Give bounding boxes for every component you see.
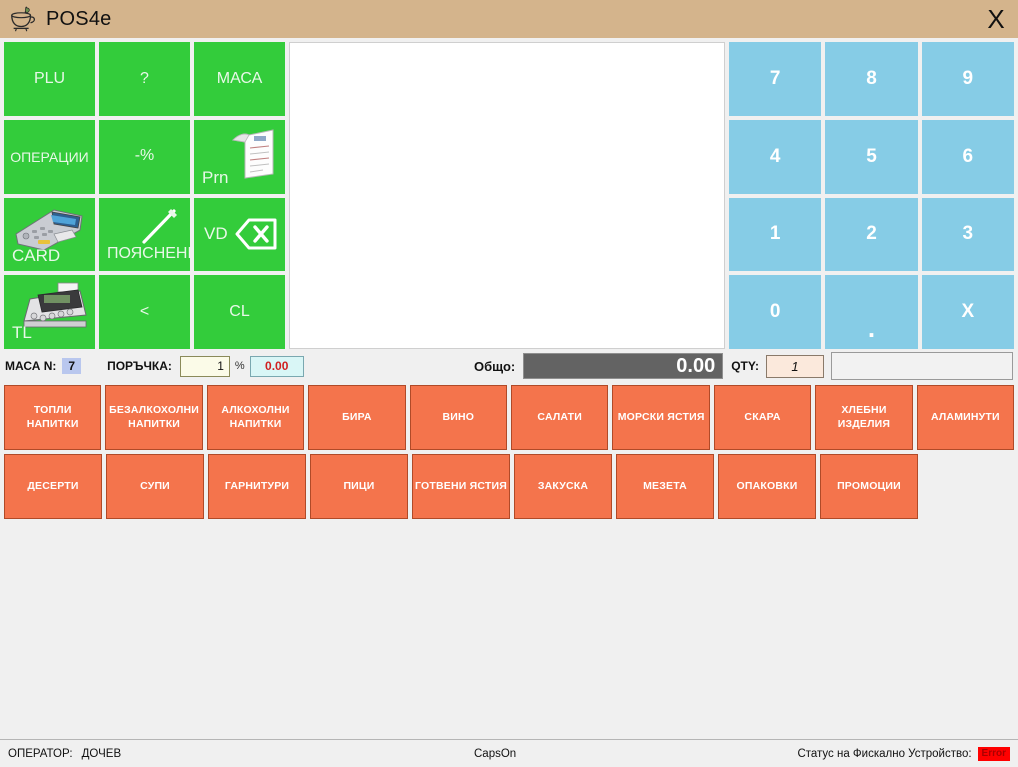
key-6[interactable]: 6 xyxy=(921,119,1014,194)
key-5[interactable]: 5 xyxy=(825,119,918,194)
pos-application-window: POS4e X PLU ? МАСА ОПЕРАЦИИ -% Prn CARD … xyxy=(0,0,1018,767)
order-number-input[interactable]: 1 xyxy=(179,355,230,377)
category-button-wine[interactable]: ВИНО xyxy=(409,385,508,450)
info-bar: МАСА N: 7 ПОРЪЧКА: 1 % 0.00 Общо: 0.00 Q… xyxy=(0,349,1018,383)
title-bar: POS4e X xyxy=(0,0,1018,38)
key-3[interactable]: 3 xyxy=(921,197,1014,272)
operator-info: ОПЕРАТОР: ДОЧЕВ xyxy=(8,748,121,760)
fiscal-device-status: Статус на Фискално Устройство: Error xyxy=(797,746,1010,761)
function-button-label: МАСА xyxy=(216,69,263,87)
function-button-clear[interactable]: CL xyxy=(194,275,285,349)
total-label: Общо: xyxy=(474,358,516,374)
function-button-label: CL xyxy=(229,302,250,320)
free-text-input[interactable] xyxy=(831,352,1013,380)
function-button-plu[interactable]: PLU xyxy=(4,42,95,116)
category-button-salads[interactable]: САЛАТИ xyxy=(511,385,609,450)
status-badge: Error xyxy=(977,746,1010,761)
function-button-total[interactable]: TL xyxy=(4,275,95,349)
category-button-promotions[interactable]: ПРОМОЦИИ xyxy=(820,454,918,519)
percent-label: % xyxy=(234,360,245,372)
category-button-soft-drinks[interactable]: БЕЗАЛКОХОЛНИ НАПИТКИ xyxy=(105,385,203,450)
function-button-label: PLU xyxy=(33,69,66,87)
function-button-label: < xyxy=(139,302,150,320)
total-amount-display: 0.00 xyxy=(523,353,724,379)
key-7[interactable]: 7 xyxy=(729,42,822,116)
category-button-alcoholic-drinks[interactable]: АЛКОХОЛНИ НАПИТКИ xyxy=(206,385,305,450)
fiscal-status-label: Статус на Фискално Устройство: xyxy=(797,747,972,760)
function-button-label: Prn xyxy=(202,167,229,187)
discount-value[interactable]: 0.00 xyxy=(249,355,304,377)
function-button-void[interactable]: VD xyxy=(194,197,285,272)
category-button-packaging[interactable]: ОПАКОВКИ xyxy=(718,454,816,519)
category-button-cooked-dishes[interactable]: ГОТВЕНИ ЯСТИЯ xyxy=(412,454,510,519)
category-button-seafood[interactable]: МОРСКИ ЯСТИЯ xyxy=(612,385,710,450)
function-button-masa[interactable]: МАСА xyxy=(194,42,285,116)
table-number-label: МАСА N: xyxy=(5,359,57,373)
category-button-bakery[interactable]: ХЛЕБНИ ИЗДЕЛИЯ xyxy=(815,385,913,450)
quantity-label: QTY: xyxy=(731,359,759,373)
function-button-label: ОПЕРАЦИИ xyxy=(10,148,89,165)
function-button-label: ПОЯСНЕНИЕ xyxy=(107,244,190,262)
caps-lock-status: CapsOn xyxy=(474,747,517,760)
order-label: ПОРЪЧКА: xyxy=(107,359,172,373)
upper-panel: PLU ? МАСА ОПЕРАЦИИ -% Prn CARD ПОЯСНЕН … xyxy=(0,38,1018,349)
category-button-desserts[interactable]: ДЕСЕРТИ xyxy=(4,454,102,519)
order-items-display[interactable] xyxy=(289,42,725,349)
function-button-help[interactable]: ? xyxy=(99,42,190,116)
numeric-keypad: 7 8 9 4 5 6 1 2 3 0 . X xyxy=(729,42,1014,349)
category-button-breakfast[interactable]: ЗАКУСКА xyxy=(514,454,612,519)
key-1[interactable]: 1 xyxy=(729,197,822,272)
category-button-hot-drinks[interactable]: ТОПЛИ НАПИТКИ xyxy=(4,385,102,450)
close-icon[interactable]: X xyxy=(980,2,1012,36)
function-button-label: VD xyxy=(204,224,228,244)
function-button-print[interactable]: Prn xyxy=(194,119,285,194)
table-number-value[interactable]: 7 xyxy=(62,358,82,374)
key-4[interactable]: 4 xyxy=(729,119,822,194)
function-button-explanation[interactable]: ПОЯСНЕНИЕ xyxy=(99,197,190,272)
function-button-discount[interactable]: -% xyxy=(99,119,190,194)
category-button-garnishes[interactable]: ГАРНИТУРИ xyxy=(208,454,306,519)
category-button-grill[interactable]: СКАРА xyxy=(713,385,812,450)
category-row-spacer xyxy=(922,454,1014,519)
function-button-label: ? xyxy=(140,69,149,87)
key-9[interactable]: 9 xyxy=(921,42,1014,116)
category-button-area: ТОПЛИ НАПИТКИ БЕЗАЛКОХОЛНИ НАПИТКИ АЛКОХ… xyxy=(0,383,1018,523)
receipt-icon xyxy=(223,124,281,182)
function-button-card[interactable]: CARD xyxy=(4,197,95,272)
function-button-label: TL xyxy=(12,323,32,343)
operator-label: ОПЕРАТОР: xyxy=(8,747,73,760)
coffee-cup-icon xyxy=(8,4,38,34)
category-button-appetizers[interactable]: МЕЗЕТА xyxy=(616,454,714,519)
key-2[interactable]: 2 xyxy=(825,197,918,272)
function-button-pad: PLU ? МАСА ОПЕРАЦИИ -% Prn CARD ПОЯСНЕН … xyxy=(4,42,289,349)
status-bar: ОПЕРАТОР: ДОЧЕВ CapsOn Статус на Фискалн… xyxy=(0,739,1018,767)
category-button-beer[interactable]: БИРА xyxy=(308,385,406,450)
key-0[interactable]: 0 xyxy=(729,275,822,349)
operator-name: ДОЧЕВ xyxy=(81,747,122,760)
category-button-pizzas[interactable]: ПИЦИ xyxy=(310,454,408,519)
quantity-input[interactable]: 1 xyxy=(766,354,824,378)
empty-workspace-area xyxy=(0,523,1018,739)
function-button-back[interactable]: < xyxy=(99,275,190,349)
function-button-label: -% xyxy=(134,147,155,165)
key-decimal-point[interactable]: . xyxy=(825,275,918,349)
function-button-label: CARD xyxy=(12,245,61,265)
category-row-1: ТОПЛИ НАПИТКИ БЕЗАЛКОХОЛНИ НАПИТКИ АЛКОХ… xyxy=(4,385,1015,450)
pencil-icon xyxy=(140,206,180,246)
key-multiply[interactable]: X xyxy=(921,275,1014,349)
backspace-icon xyxy=(221,216,279,252)
category-button-alaminute[interactable]: АЛАМИНУТИ xyxy=(916,385,1015,450)
function-button-operacii[interactable]: ОПЕРАЦИИ xyxy=(4,119,95,194)
app-title: POS4e xyxy=(46,7,112,30)
key-8[interactable]: 8 xyxy=(825,42,918,116)
category-row-2: ДЕСЕРТИ СУПИ ГАРНИТУРИ ПИЦИ ГОТВЕНИ ЯСТИ… xyxy=(4,454,1014,519)
category-button-soups[interactable]: СУПИ xyxy=(106,454,204,519)
